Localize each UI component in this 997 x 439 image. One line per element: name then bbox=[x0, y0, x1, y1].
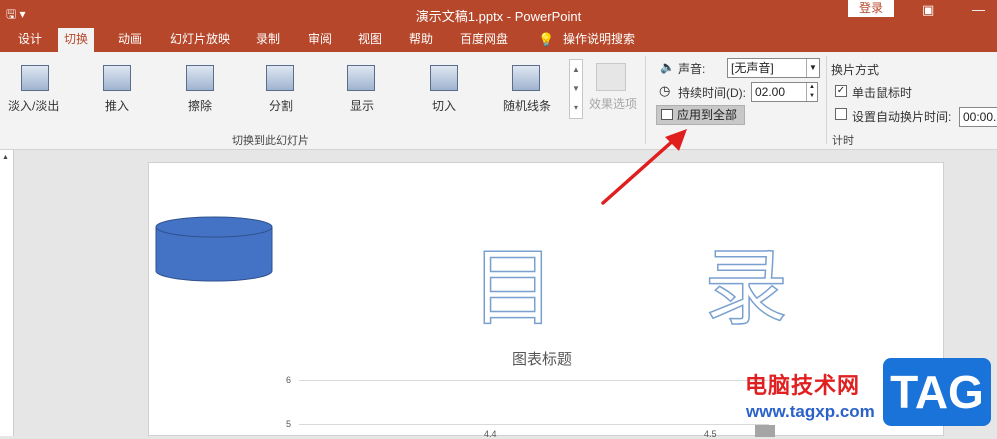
sound-label: 声音: bbox=[678, 62, 706, 76]
scroll-down-icon[interactable]: ▼ bbox=[570, 79, 582, 98]
tab-animations[interactable]: 动画 bbox=[112, 28, 148, 52]
duration-spinner[interactable]: 02.00 ▲ ▼ bbox=[751, 82, 818, 102]
sound-value: [无声音] bbox=[731, 61, 774, 75]
transition-reveal[interactable]: 显示 bbox=[350, 97, 374, 114]
data-label: 4.4 bbox=[484, 429, 497, 439]
group-label-transition: 切换到此幻灯片 bbox=[232, 135, 309, 147]
duration-label: 持续时间(D): bbox=[678, 86, 746, 100]
apply-to-all-label: 应用到全部 bbox=[677, 108, 738, 122]
transition-random-bars[interactable]: 随机线条 bbox=[503, 97, 551, 114]
y-tick-6: 6 bbox=[286, 375, 292, 385]
title-bar: 🖫 ▾ 演示文稿1.pptx - PowerPoint 登录 ▣ — bbox=[0, 0, 997, 28]
minimize-icon[interactable]: — bbox=[972, 2, 985, 17]
tab-record[interactable]: 录制 bbox=[250, 28, 286, 52]
gridline bbox=[299, 424, 769, 425]
heading-char-2: 录 bbox=[703, 238, 789, 338]
random-bars-icon[interactable] bbox=[512, 65, 540, 91]
clock-icon: ◷ bbox=[659, 83, 671, 98]
bar-mark bbox=[755, 425, 775, 437]
watermark-url: www.tagxp.com bbox=[746, 402, 875, 421]
tab-design[interactable]: 设计 bbox=[12, 28, 48, 52]
sound-dropdown[interactable]: [无声音] ▼ bbox=[727, 58, 820, 78]
tab-help[interactable]: 帮助 bbox=[403, 28, 439, 52]
transition-wipe[interactable]: 擦除 bbox=[188, 97, 212, 114]
push-icon[interactable] bbox=[103, 65, 131, 91]
data-label: 4.5 bbox=[704, 429, 717, 439]
on-click-checkbox[interactable]: ✓ bbox=[835, 85, 847, 97]
watermark-site-name: 电脑技术网 bbox=[745, 373, 861, 398]
chart-title: 图表标题 bbox=[512, 351, 573, 368]
gallery-scroll[interactable]: ▲ ▼ ▾ bbox=[569, 59, 583, 119]
scroll-up-icon[interactable]: ▲ bbox=[2, 154, 9, 161]
reveal-icon[interactable] bbox=[347, 65, 375, 91]
thumbnail-pane[interactable]: ▲ bbox=[0, 150, 14, 436]
speaker-icon: 🔈 bbox=[660, 60, 675, 74]
lightbulb-icon: 💡 bbox=[538, 32, 555, 47]
transition-fade[interactable]: 淡入/淡出 bbox=[8, 97, 59, 114]
ribbon-tabs: 设计 切换 动画 幻灯片放映 录制 审阅 视图 帮助 百度网盘 💡 操作说明搜索 bbox=[0, 28, 997, 52]
fade-icon[interactable] bbox=[21, 65, 49, 91]
ribbon-divider bbox=[826, 56, 827, 144]
spinner-arrows-icon[interactable]: ▲ ▼ bbox=[806, 83, 817, 101]
advance-title: 换片方式 bbox=[831, 63, 880, 77]
scroll-up-icon[interactable]: ▲ bbox=[570, 60, 582, 79]
group-label-timing: 计时 bbox=[832, 135, 854, 147]
apply-to-all-button[interactable]: 应用到全部 bbox=[656, 105, 745, 125]
y-tick-5: 5 bbox=[286, 419, 292, 429]
auto-after-label: 设置自动换片时间: bbox=[852, 110, 952, 124]
tab-transitions[interactable]: 切换 bbox=[58, 28, 95, 52]
annotation-arrow bbox=[601, 129, 687, 205]
tab-baidu[interactable]: 百度网盘 bbox=[454, 28, 514, 52]
chevron-down-icon[interactable]: ▼ bbox=[806, 59, 819, 77]
transition-split[interactable]: 分割 bbox=[269, 97, 293, 114]
duration-value: 02.00 bbox=[755, 85, 786, 99]
ribbon: 淡入/淡出 推入 擦除 分割 显示 切入 随机线条 ▲ ▼ ▾ 效果选项 切换到… bbox=[0, 52, 997, 150]
heading-char-1: 目 bbox=[470, 238, 556, 338]
login-button[interactable]: 登录 bbox=[848, 0, 894, 17]
restore-icon[interactable]: ▣ bbox=[922, 2, 934, 18]
tab-slideshow[interactable]: 幻灯片放映 bbox=[164, 28, 236, 52]
transition-cut[interactable]: 切入 bbox=[432, 97, 456, 114]
split-icon[interactable] bbox=[266, 65, 294, 91]
tab-view[interactable]: 视图 bbox=[352, 28, 388, 52]
effect-options-icon[interactable] bbox=[596, 63, 626, 91]
watermark-logo: TAG bbox=[883, 358, 991, 426]
tab-tell-me[interactable]: 操作说明搜索 bbox=[557, 28, 641, 52]
auto-after-checkbox[interactable] bbox=[835, 108, 847, 120]
cylinder-shape[interactable] bbox=[154, 215, 274, 283]
wipe-icon[interactable] bbox=[186, 65, 214, 91]
on-click-label: 单击鼠标时 bbox=[852, 86, 913, 100]
cut-icon[interactable] bbox=[430, 65, 458, 91]
tab-review[interactable]: 审阅 bbox=[302, 28, 338, 52]
auto-time-input[interactable]: 00:00. bbox=[959, 107, 997, 127]
gallery-expand-icon[interactable]: ▾ bbox=[570, 98, 582, 117]
effect-options-button[interactable]: 效果选项 bbox=[589, 95, 637, 112]
gridline bbox=[299, 380, 769, 381]
transition-push[interactable]: 推入 bbox=[105, 97, 129, 114]
apply-all-icon bbox=[661, 109, 673, 120]
